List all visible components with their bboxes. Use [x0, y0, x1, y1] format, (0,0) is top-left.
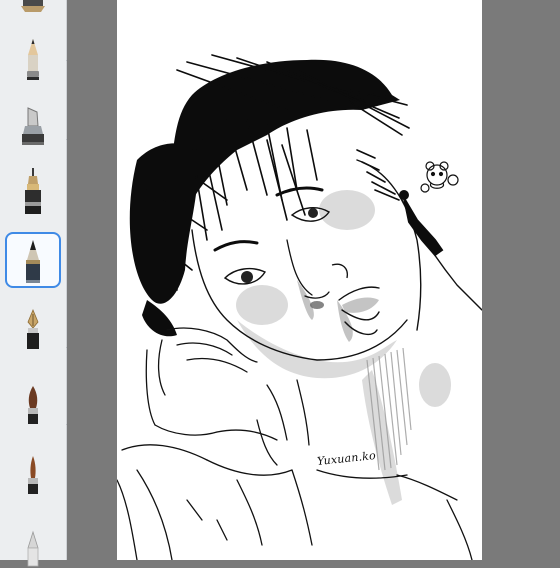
- paint-brush-icon[interactable]: [5, 372, 61, 428]
- chisel-marker-icon[interactable]: [5, 90, 61, 146]
- fountain-pen-icon[interactable]: [5, 298, 61, 354]
- pencil-icon[interactable]: [5, 25, 61, 81]
- sketch-artwork: [117, 54, 482, 560]
- round-brush-icon[interactable]: [5, 0, 61, 16]
- brush-toolbar: [0, 0, 67, 567]
- workspace-gutter: [67, 0, 117, 560]
- drawing-canvas[interactable]: Yuxuan.ko: [117, 0, 482, 560]
- technical-pen-icon[interactable]: [5, 160, 61, 216]
- ballpoint-pen-icon[interactable]: [5, 232, 61, 288]
- fine-brush-icon[interactable]: [5, 442, 61, 498]
- workspace-gutter: [482, 0, 560, 560]
- bear-doodle: [420, 161, 459, 193]
